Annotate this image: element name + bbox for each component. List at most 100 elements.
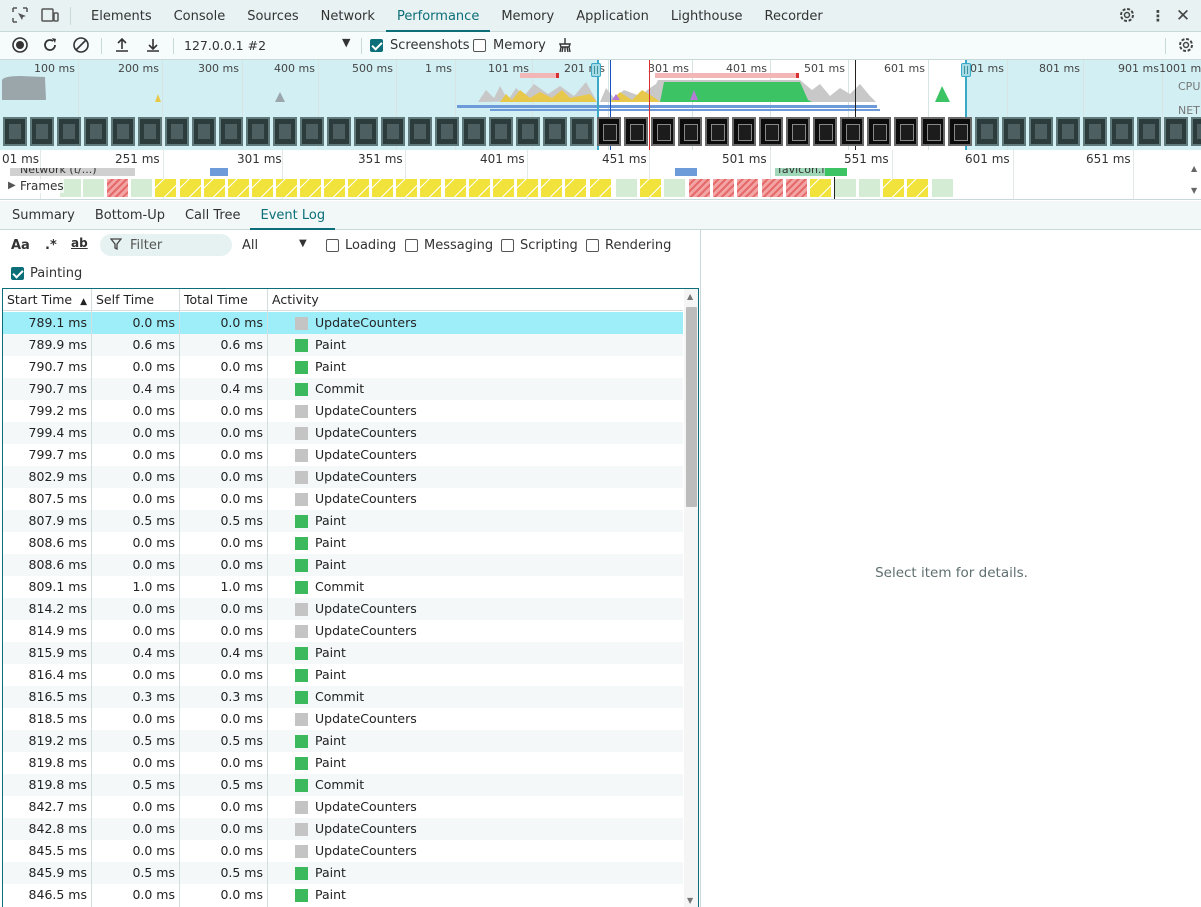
screenshot-thumbnail[interactable] xyxy=(381,117,405,146)
screenshot-thumbnail[interactable] xyxy=(111,117,135,146)
screenshot-thumbnail[interactable] xyxy=(543,117,567,146)
column-activity[interactable]: Activity xyxy=(268,289,683,311)
frame-block[interactable] xyxy=(859,179,881,197)
frame-block[interactable] xyxy=(713,179,735,197)
frame-block[interactable] xyxy=(640,179,662,197)
frame-block[interactable] xyxy=(228,179,250,197)
column-start-time[interactable]: Start Time ▲ xyxy=(3,289,92,311)
match-case-toggle[interactable]: Aa xyxy=(11,238,30,253)
screenshot-thumbnail[interactable] xyxy=(246,117,270,146)
table-row[interactable]: 814.9 ms 0.0 ms 0.0 ms UpdateCounters xyxy=(3,620,683,642)
screenshot-thumbnail[interactable] xyxy=(1056,117,1080,146)
frame-block[interactable] xyxy=(276,179,298,197)
frame-block[interactable] xyxy=(372,179,394,197)
screenshot-thumbnail[interactable] xyxy=(570,117,594,146)
screenshot-thumbnail[interactable] xyxy=(705,117,729,146)
tab-event-log[interactable]: Event Log xyxy=(250,201,336,230)
timeline-detail[interactable]: 01 ms 251 ms 301 ms 351 ms 401 ms 451 ms 501 m… xyxy=(0,150,1201,200)
tab-elements[interactable]: Elements xyxy=(80,0,163,32)
frame-block[interactable] xyxy=(762,179,784,197)
screenshot-thumbnail[interactable] xyxy=(273,117,297,146)
frame-block[interactable] xyxy=(107,179,129,197)
regex-toggle[interactable]: .* xyxy=(45,238,57,253)
network-request-bar[interactable] xyxy=(210,168,228,176)
close-devtools-icon[interactable]: ✕ xyxy=(1173,6,1193,26)
table-row[interactable]: 807.5 ms 0.0 ms 0.0 ms UpdateCounters xyxy=(3,488,683,510)
tab-network[interactable]: Network xyxy=(310,0,386,32)
screenshots-checkbox[interactable] xyxy=(370,39,383,52)
rendering-checkbox[interactable] xyxy=(586,239,599,252)
frame-block[interactable] xyxy=(883,179,905,197)
tab-memory[interactable]: Memory xyxy=(490,0,565,32)
table-row[interactable]: 808.6 ms 0.0 ms 0.0 ms Paint xyxy=(3,554,683,576)
scroll-up-arrow-icon[interactable]: ▲ xyxy=(687,292,693,301)
tab-bottom-up[interactable]: Bottom-Up xyxy=(85,201,175,230)
screenshot-thumbnail[interactable] xyxy=(300,117,324,146)
table-row[interactable]: 808.6 ms 0.0 ms 0.0 ms Paint xyxy=(3,532,683,554)
timeline-scroll-up-icon[interactable]: ▲ xyxy=(1191,164,1197,173)
table-row[interactable]: 814.2 ms 0.0 ms 0.0 ms UpdateCounters xyxy=(3,598,683,620)
table-row[interactable]: 789.9 ms 0.6 ms 0.6 ms Paint xyxy=(3,334,683,356)
tab-application[interactable]: Application xyxy=(565,0,660,32)
messaging-checkbox[interactable] xyxy=(405,239,418,252)
table-row[interactable]: 816.5 ms 0.3 ms 0.3 ms Commit xyxy=(3,686,683,708)
frame-block[interactable] xyxy=(786,179,808,197)
level-select[interactable]: All xyxy=(242,238,258,253)
settings-gear-icon[interactable] xyxy=(1117,6,1137,26)
frame-block[interactable] xyxy=(155,179,177,197)
level-select-chevron-icon[interactable]: ▼ xyxy=(299,238,307,249)
frame-block[interactable] xyxy=(932,179,954,197)
screenshot-thumbnail[interactable] xyxy=(435,117,459,146)
frame-block[interactable] xyxy=(396,179,418,197)
table-row[interactable]: 815.9 ms 0.4 ms 0.4 ms Paint xyxy=(3,642,683,664)
screenshot-thumbnail[interactable] xyxy=(1029,117,1053,146)
screenshot-thumbnail[interactable] xyxy=(651,117,675,146)
table-row[interactable]: 802.9 ms 0.0 ms 0.0 ms UpdateCounters xyxy=(3,466,683,488)
screenshot-thumbnail[interactable] xyxy=(975,117,999,146)
table-row[interactable]: 842.8 ms 0.0 ms 0.0 ms UpdateCounters xyxy=(3,818,683,840)
screenshot-thumbnail[interactable] xyxy=(786,117,810,146)
screenshot-thumbnail[interactable] xyxy=(408,117,432,146)
frame-block[interactable] xyxy=(689,179,711,197)
screenshot-thumbnail[interactable] xyxy=(138,117,162,146)
tab-summary[interactable]: Summary xyxy=(2,201,85,230)
more-options-icon[interactable]: ⋮ xyxy=(1148,6,1168,26)
screenshot-thumbnail[interactable] xyxy=(894,117,918,146)
painting-checkbox[interactable] xyxy=(11,267,24,280)
device-toolbar-icon[interactable] xyxy=(40,6,60,26)
table-row[interactable]: 799.4 ms 0.0 ms 0.0 ms UpdateCounters xyxy=(3,422,683,444)
screenshot-thumbnail[interactable] xyxy=(327,117,351,146)
screenshot-thumbnail[interactable] xyxy=(867,117,891,146)
frame-block[interactable] xyxy=(469,179,491,197)
frame-block[interactable] xyxy=(541,179,563,197)
screenshot-thumbnail[interactable] xyxy=(1002,117,1026,146)
screenshot-thumbnail[interactable] xyxy=(516,117,540,146)
favicon-request-bar[interactable]: favicon.i xyxy=(775,168,825,176)
tab-call-tree[interactable]: Call Tree xyxy=(175,201,251,230)
reload-record-icon[interactable] xyxy=(40,36,60,56)
frame-block[interactable] xyxy=(810,179,832,197)
timeline-scroll-down-icon[interactable]: ▼ xyxy=(1191,186,1197,195)
frame-block[interactable] xyxy=(737,179,759,197)
table-row[interactable]: 790.7 ms 0.4 ms 0.4 ms Commit xyxy=(3,378,683,400)
frame-block[interactable] xyxy=(131,179,153,197)
frames-expand-chevron-icon[interactable]: ▶ xyxy=(8,180,16,191)
frame-block[interactable] xyxy=(907,179,929,197)
capture-settings-gear-icon[interactable] xyxy=(1176,36,1196,56)
frame-block[interactable] xyxy=(835,179,857,197)
screenshot-thumbnail[interactable] xyxy=(462,117,486,146)
overview-left-handle[interactable]: || xyxy=(591,63,601,77)
profile-select-chevron-icon[interactable]: ▼ xyxy=(342,36,350,49)
table-row[interactable]: 809.1 ms 1.0 ms 1.0 ms Commit xyxy=(3,576,683,598)
profile-select[interactable]: 127.0.0.1 #2 xyxy=(184,38,266,53)
screenshot-thumbnail[interactable] xyxy=(57,117,81,146)
table-row[interactable]: 842.7 ms 0.0 ms 0.0 ms UpdateCounters xyxy=(3,796,683,818)
scripting-checkbox[interactable] xyxy=(501,239,514,252)
table-row[interactable]: 819.8 ms 0.5 ms 0.5 ms Commit xyxy=(3,774,683,796)
loading-checkbox[interactable] xyxy=(326,239,339,252)
whole-word-toggle[interactable]: ab xyxy=(71,236,88,250)
clear-icon[interactable] xyxy=(71,36,91,56)
screenshot-thumbnail[interactable] xyxy=(948,117,972,146)
tab-console[interactable]: Console xyxy=(163,0,237,32)
frame-block[interactable] xyxy=(252,179,274,197)
